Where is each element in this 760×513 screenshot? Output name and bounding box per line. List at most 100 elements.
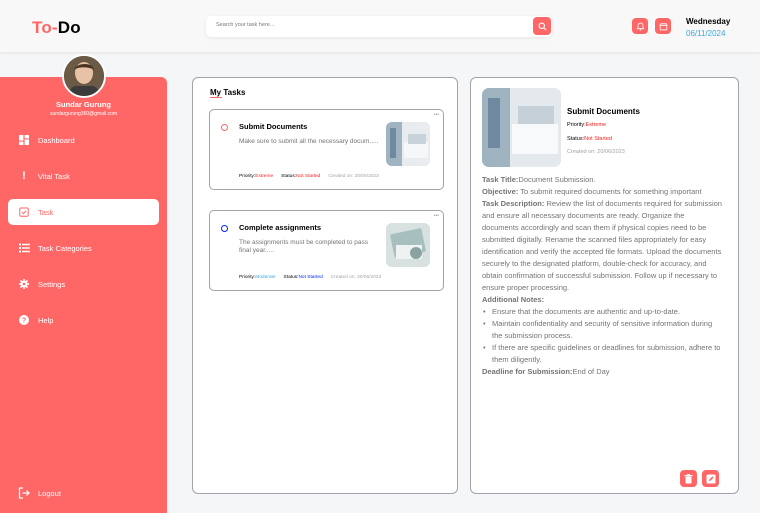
edit-button[interactable] xyxy=(702,470,719,487)
delete-button[interactable] xyxy=(680,470,697,487)
notes-label-text: Additional Notes: xyxy=(482,295,545,304)
notifications-button[interactable] xyxy=(632,18,648,34)
status-value: Not Started xyxy=(298,275,323,280)
exclamation-icon: ! xyxy=(22,170,26,182)
note-item: If there are specific guidelines or dead… xyxy=(483,342,722,366)
priority-field: Priority:Moderate xyxy=(239,275,276,280)
calendar-icon xyxy=(659,22,667,30)
sidebar-item-task-categories[interactable]: Task Categories xyxy=(8,235,159,261)
task-meta: Priority:Extreme Status:Not Started Crea… xyxy=(239,174,379,179)
user-email: sundargurung360@gmail.com xyxy=(49,111,118,117)
status-field: Status:Not Started xyxy=(284,275,323,280)
task-thumbnail xyxy=(386,122,430,166)
gear-icon xyxy=(18,278,30,290)
priority-label: Priority: xyxy=(239,174,256,179)
search-icon xyxy=(538,22,546,30)
task-title-line: Task Title:Document Submission. xyxy=(482,174,722,186)
sidebar-item-help[interactable]: ? Help xyxy=(8,307,159,333)
avatar[interactable] xyxy=(62,54,106,98)
sidebar-item-label: Task Categories xyxy=(38,243,92,253)
task-detail-panel: Submit Documents Priority:Extreme Status… xyxy=(470,77,739,494)
task-card[interactable]: ••• Complete assignments The assignments… xyxy=(209,210,444,291)
header-date: 06/11/2024 xyxy=(686,29,726,38)
task-card[interactable]: ••• Submit Documents Make sure to submit… xyxy=(209,109,444,190)
deadline-line: Deadline for Submission:End of Day xyxy=(482,366,722,378)
objective-value: To submit required documents for somethi… xyxy=(520,187,702,196)
task-title: Submit Documents xyxy=(239,122,308,131)
priority-field: Priority:Extreme xyxy=(239,174,273,179)
calendar-button[interactable] xyxy=(655,18,671,34)
search-bar[interactable]: Search your task here... xyxy=(206,16,552,37)
task-title: Complete assignments xyxy=(239,223,322,232)
task-detail-image xyxy=(482,88,561,167)
task-description: Make sure to submit all the necessary do… xyxy=(239,138,379,145)
dashboard-icon xyxy=(18,134,30,146)
app-logo[interactable]: To-Do xyxy=(32,18,81,38)
description-value: Review the list of documents required fo… xyxy=(482,199,722,292)
title-underline xyxy=(210,97,222,98)
sidebar-item-dashboard[interactable]: Dashboard xyxy=(8,127,159,153)
logout-icon xyxy=(18,487,30,499)
status-field: Status:Not Started xyxy=(281,174,320,179)
detail-created: Created on: 20/06/2023 xyxy=(567,149,625,155)
detail-title: Submit Documents xyxy=(567,107,640,116)
detail-status: Status:Not Started xyxy=(567,136,612,142)
trash-icon xyxy=(684,473,693,483)
svg-text:?: ? xyxy=(22,318,26,325)
note-item: Maintain confidentiality and security of… xyxy=(483,318,722,342)
deadline-value: End of Day xyxy=(572,367,610,376)
status-label: Status: xyxy=(281,174,297,179)
search-button[interactable] xyxy=(533,17,551,35)
logo-part-to: To xyxy=(32,18,52,37)
status-value: Not Started xyxy=(584,136,612,142)
task-title-value: Document Submission. xyxy=(518,175,596,184)
notes-label: Additional Notes: xyxy=(482,294,722,306)
status-dot-icon xyxy=(221,124,228,131)
edit-icon xyxy=(706,474,715,483)
header-day: Wednesday xyxy=(686,17,731,26)
my-tasks-panel: My Tasks ••• Submit Documents Make sure … xyxy=(192,77,458,494)
user-name: Sundar Gurung xyxy=(56,100,111,109)
description-label: Task Description: xyxy=(482,199,545,208)
task-description: The assignments must be completed to pas… xyxy=(239,239,368,254)
status-dot-icon xyxy=(221,225,228,232)
deadline-label: Deadline for Submission: xyxy=(482,367,573,376)
logo-part-do: Do xyxy=(57,18,81,37)
priority-label: Priority: xyxy=(239,275,256,280)
detail-body: Task Title:Document Submission. Objectiv… xyxy=(482,174,722,378)
priority-value: Moderate xyxy=(255,275,276,280)
my-tasks-title: My Tasks xyxy=(210,88,246,97)
priority-value: Extreme xyxy=(255,174,274,179)
status-label: Status: xyxy=(283,275,299,280)
sidebar-item-label: Task xyxy=(38,207,54,217)
more-options-icon[interactable]: ••• xyxy=(434,213,439,219)
priority-label: Priority: xyxy=(567,122,586,128)
task-title-label: Task Title: xyxy=(482,175,519,184)
sidebar-item-label: Settings xyxy=(38,279,66,289)
sidebar-item-label: Vital Task xyxy=(38,171,70,181)
logout-button[interactable]: Logout xyxy=(18,487,61,499)
sidebar-item-settings[interactable]: Settings xyxy=(8,271,159,297)
sidebar-item-task[interactable]: Task xyxy=(8,199,159,225)
task-meta: Priority:Moderate Status:Not Started Cre… xyxy=(239,275,381,280)
status-label: Status: xyxy=(567,136,585,142)
list-icon xyxy=(18,242,30,254)
objective-line: Objective: To submit required documents … xyxy=(482,186,722,198)
task-thumbnail xyxy=(386,223,430,267)
avatar-image xyxy=(64,56,104,96)
priority-value: Extreme xyxy=(585,122,607,128)
created-date: Created on: 20/06/2023 xyxy=(330,275,382,280)
created-date: Created on: 20/06/2023 xyxy=(328,174,379,179)
search-input[interactable]: Search your task here... xyxy=(216,22,274,28)
detail-priority: Priority:Extreme xyxy=(567,122,606,128)
top-bar: To-Do Search your task here... Wednesday… xyxy=(0,0,760,52)
sidebar-item-vital-task[interactable]: ! Vital Task xyxy=(8,163,159,189)
help-icon: ? xyxy=(18,314,30,326)
more-options-icon[interactable]: ••• xyxy=(434,112,439,118)
note-item: Ensure that the documents are authentic … xyxy=(483,306,722,318)
task-check-icon xyxy=(18,206,30,218)
logout-label: Logout xyxy=(38,488,61,498)
sidebar-item-label: Dashboard xyxy=(38,135,75,145)
description-line: Task Description: Review the list of doc… xyxy=(482,198,722,294)
bell-icon xyxy=(636,22,644,30)
